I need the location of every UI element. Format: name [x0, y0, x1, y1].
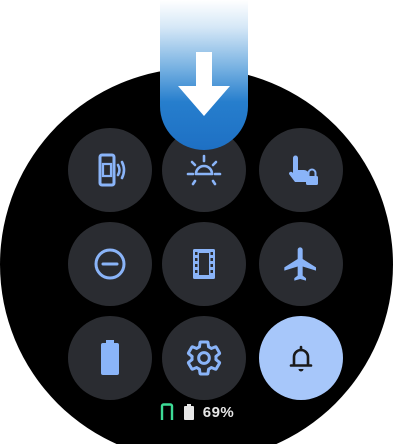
tile-touch-lock[interactable]	[259, 128, 343, 212]
airplane-icon	[284, 247, 316, 281]
battery-saver-icon	[101, 340, 119, 375]
brightness-icon	[186, 154, 222, 186]
phone-connected-icon	[160, 403, 173, 420]
tile-battery-saver[interactable]	[68, 316, 152, 400]
phone-vibrate-icon	[98, 153, 126, 187]
do-not-disturb-icon	[94, 248, 126, 280]
tile-sound-on[interactable]	[259, 316, 343, 400]
tile-airplane-mode[interactable]	[259, 222, 343, 306]
settings-gear-icon	[186, 340, 222, 376]
battery-icon	[183, 404, 194, 420]
tile-do-not-disturb[interactable]	[68, 222, 152, 306]
theater-mode-icon	[193, 249, 215, 279]
battery-percentage: 69%	[202, 403, 235, 421]
bell-icon	[289, 345, 313, 372]
tile-theater-mode[interactable]	[162, 222, 246, 306]
arrow-down-icon	[178, 52, 230, 116]
status-bar: 69%	[0, 400, 393, 424]
touch-lock-icon	[288, 155, 318, 185]
tile-settings[interactable]	[162, 316, 246, 400]
tile-phone-vibrate[interactable]	[68, 128, 152, 212]
screen: 69%	[0, 0, 393, 444]
